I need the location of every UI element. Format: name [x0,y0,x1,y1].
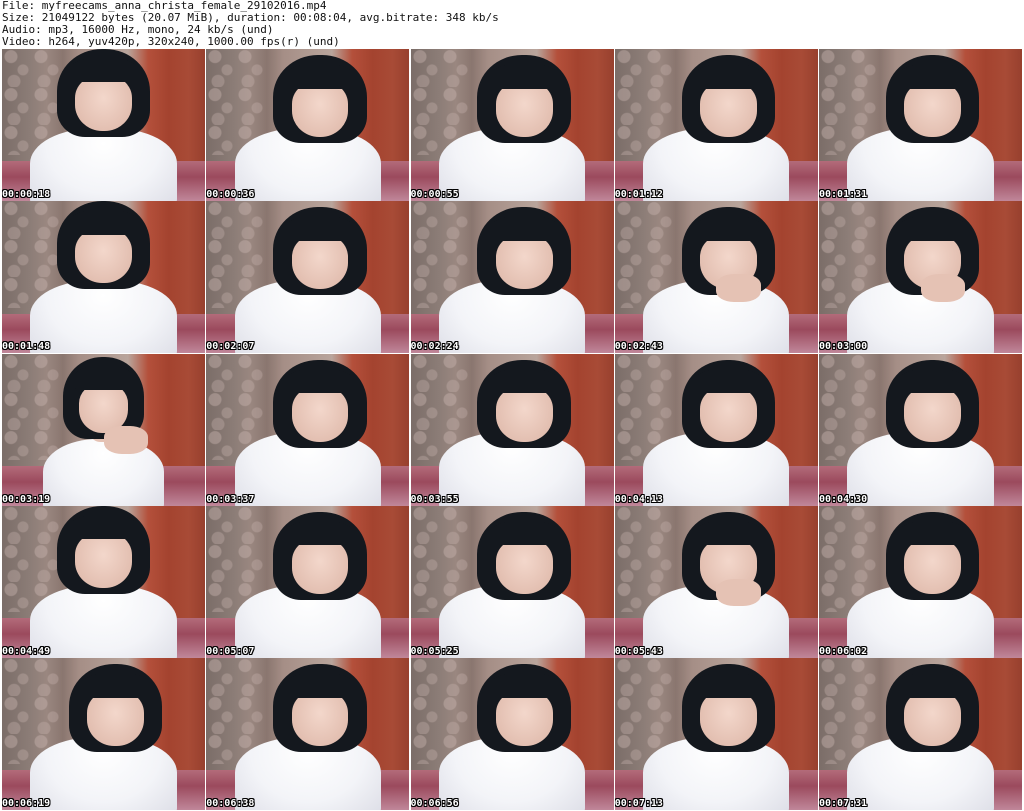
thumbnail-timestamp: 00:06:19 [2,798,51,809]
thumbnail-timestamp: 00:00:18 [2,189,51,200]
video-info-line: Video: h264, yuv420p, 320x240, 1000.00 f… [2,36,340,48]
thumbnail-timestamp: 00:04:30 [819,493,868,505]
thumbnail-timestamp: 00:06:56 [410,798,459,809]
audio-info-line: Audio: mp3, 16000 Hz, mono, 24 kb/s (und… [2,24,274,36]
thumbnail[interactable]: 00:02:24 [410,201,614,354]
thumbnail[interactable]: 00:04:13 [614,353,818,506]
thumbnail[interactable]: 00:05:43 [614,505,818,658]
thumbnail-grid: 00:00:18 00:00:36 00:00:55 00:01:12 00:0… [2,49,1022,810]
thumbnail[interactable]: 00:00:18 [2,49,205,201]
thumbnail[interactable]: 00:04:30 [819,353,1022,506]
thumbnail-timestamp: 00:07:13 [614,798,663,809]
thumbnail-timestamp: 00:03:00 [819,341,868,353]
thumbnail[interactable]: 00:06:56 [410,658,614,810]
thumbnail[interactable]: 00:01:12 [614,49,818,201]
file-info-header: File: myfreecams_anna_christa_female_291… [2,0,1022,50]
thumbnail[interactable]: 00:02:07 [206,201,410,354]
thumbnail-timestamp: 00:04:13 [614,493,663,505]
thumbnail-timestamp: 00:01:48 [2,341,51,353]
file-size-line: Size: 21049122 bytes (20.07 MiB), durati… [2,12,499,24]
thumbnail[interactable]: 00:07:31 [819,658,1022,810]
thumbnail-timestamp: 00:04:49 [2,645,51,657]
thumbnail-timestamp: 00:05:43 [614,645,663,657]
thumbnail-timestamp: 00:05:25 [410,645,459,657]
thumbnail[interactable]: 00:03:55 [410,353,614,506]
thumbnail-timestamp: 00:02:07 [206,341,255,353]
thumbnail[interactable]: 00:03:37 [206,353,410,506]
thumbnail-timestamp: 00:05:07 [206,645,255,657]
thumbnail[interactable]: 00:06:02 [819,505,1022,658]
thumbnail-timestamp: 00:07:31 [819,798,868,809]
thumbnail[interactable]: 00:04:49 [2,505,205,658]
thumbnail[interactable]: 00:01:31 [819,49,1022,201]
thumbnail[interactable]: 00:01:48 [2,201,205,354]
thumbnail[interactable]: 00:02:43 [614,201,818,354]
thumbnail[interactable]: 00:07:13 [614,658,818,810]
thumbnail[interactable]: 00:00:36 [206,49,410,201]
thumbnail-timestamp: 00:02:43 [614,341,663,353]
thumbnail[interactable]: 00:05:25 [410,505,614,658]
thumbnail[interactable]: 00:06:38 [206,658,410,810]
thumbnail-timestamp: 00:06:38 [206,798,255,809]
thumbnail-timestamp: 00:00:36 [206,189,255,200]
thumbnail[interactable]: 00:00:55 [410,49,614,201]
file-name-line: File: myfreecams_anna_christa_female_291… [2,0,327,12]
thumbnail-timestamp: 00:01:12 [614,189,663,200]
thumbnail-timestamp: 00:03:37 [206,493,255,505]
thumbnail-timestamp: 00:03:55 [410,493,459,505]
thumbnail-timestamp: 00:01:31 [819,189,868,200]
thumbnail[interactable]: 00:03:00 [819,201,1022,354]
thumbnail-timestamp: 00:02:24 [410,341,459,353]
thumbnail[interactable]: 00:03:19 [2,353,205,506]
thumbnail-timestamp: 00:03:19 [2,493,51,505]
thumbnail[interactable]: 00:06:19 [2,658,205,810]
thumbnail-timestamp: 00:00:55 [410,189,459,200]
thumbnail[interactable]: 00:05:07 [206,505,410,658]
thumbnail-timestamp: 00:06:02 [819,645,868,657]
